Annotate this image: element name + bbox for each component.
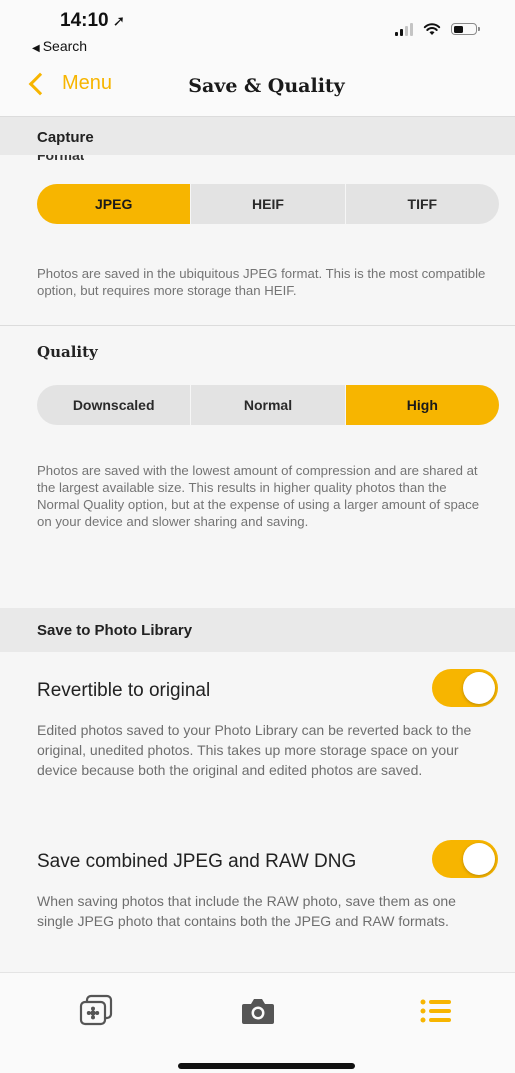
revertible-toggle[interactable] (432, 669, 498, 707)
cellular-signal-icon (395, 22, 413, 36)
location-arrow-icon: ➚ (112, 13, 126, 30)
status-bar: 14:10 ➚ ◀ Search (0, 0, 515, 60)
quality-option-high[interactable]: High (344, 385, 499, 425)
revertible-description: Edited photos saved to your Photo Librar… (37, 722, 472, 778)
tab-menu[interactable] (406, 991, 466, 1031)
gallery-icon (79, 994, 113, 1026)
tab-gallery[interactable] (66, 991, 126, 1031)
wifi-icon (423, 23, 441, 35)
menu-list-icon (420, 999, 451, 1023)
toggle-knob (463, 672, 495, 704)
camera-icon (242, 999, 274, 1024)
format-segmented-control: JPEG HEIF TIFF (37, 184, 499, 224)
back-to-app-link[interactable]: ◀ Search (32, 38, 87, 54)
battery-icon (451, 23, 480, 35)
section-header-photo-library: Save to Photo Library (0, 608, 515, 652)
format-option-jpeg[interactable]: JPEG (37, 184, 191, 224)
section-header-capture: Capture (0, 117, 515, 155)
combined-raw-label: Save combined JPEG and RAW DNG (37, 851, 357, 872)
revertible-setting-row: Revertible to original Edited photos sav… (0, 652, 515, 807)
system-icons (395, 22, 480, 36)
status-time: 14:10 ➚ (60, 10, 126, 31)
quality-segmented-control: Downscaled Normal High (37, 385, 499, 425)
format-description: Photos are saved in the ubiquitous JPEG … (37, 266, 486, 298)
toggle-knob (463, 843, 495, 875)
combined-raw-description: When saving photos that include the RAW … (37, 893, 456, 929)
settings-screen: 14:10 ➚ ◀ Search Menu Save & Quality Captu… (0, 0, 515, 1073)
navigation-bar: Menu Save & Quality (0, 60, 515, 117)
quality-option-downscaled[interactable]: Downscaled (37, 385, 190, 425)
tab-bar (0, 972, 515, 1073)
quality-option-normal[interactable]: Normal (190, 385, 344, 425)
format-label: Format (37, 155, 85, 163)
tab-camera[interactable] (228, 991, 288, 1031)
section-divider (0, 325, 515, 326)
home-indicator[interactable] (178, 1063, 355, 1069)
combined-raw-setting-row: Save combined JPEG and RAW DNG When savi… (0, 823, 515, 963)
page-title: Save & Quality (188, 75, 345, 97)
combined-raw-toggle[interactable] (432, 840, 498, 878)
quality-description: Photos are saved with the lowest amount … (37, 463, 480, 529)
revertible-label: Revertible to original (37, 680, 211, 701)
back-triangle-icon: ◀ (32, 43, 40, 54)
format-option-heif[interactable]: HEIF (190, 184, 344, 224)
format-option-tiff[interactable]: TIFF (344, 184, 499, 224)
quality-label: Quality (37, 343, 98, 361)
